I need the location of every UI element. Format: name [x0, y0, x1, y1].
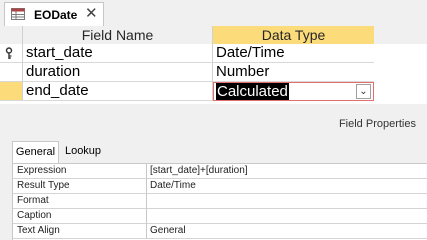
field-row-duration[interactable]: duration Number — [0, 63, 427, 82]
field-name-cell[interactable]: end_date — [23, 82, 213, 101]
row-selector-header[interactable] — [0, 26, 23, 44]
field-row-start-date[interactable]: start_date Date/Time — [0, 44, 427, 63]
field-name-cell[interactable]: start_date — [23, 44, 213, 63]
property-row-format[interactable]: Format — [13, 194, 427, 209]
property-tabs: General Lookup — [12, 141, 122, 163]
property-row-expression[interactable]: Expression [start_date]+[duration] — [13, 164, 427, 179]
data-type-cell[interactable]: Number — [213, 63, 374, 82]
field-row-end-date[interactable]: end_date Calculated ⌄ — [0, 82, 427, 101]
property-value[interactable]: [start_date]+[duration] — [147, 164, 427, 179]
primary-key-icon — [5, 47, 13, 59]
tab-general[interactable]: General — [12, 141, 59, 163]
table-design-icon — [11, 8, 25, 20]
row-selector-current[interactable] — [0, 82, 23, 101]
data-type-dropdown[interactable]: Calculated ⌄ — [213, 82, 374, 101]
chevron-down-icon[interactable]: ⌄ — [356, 84, 371, 99]
field-name-cell[interactable]: duration — [23, 63, 213, 82]
tab-lookup[interactable]: Lookup — [59, 141, 107, 163]
field-properties-pane: Field Properties General Lookup Expressi… — [0, 104, 427, 240]
row-selector[interactable] — [0, 44, 23, 63]
property-row-result-type[interactable]: Result Type Date/Time — [13, 179, 427, 194]
property-label: Caption — [13, 209, 147, 224]
property-row-text-align[interactable]: Text Align General — [13, 224, 427, 239]
property-label: Result Type — [13, 179, 147, 194]
property-row-caption[interactable]: Caption — [13, 209, 427, 224]
property-sheet: Expression [start_date]+[duration] Resul… — [12, 163, 427, 240]
data-type-selected-value: Calculated — [216, 83, 289, 100]
property-label: Expression — [13, 164, 147, 179]
data-type-cell[interactable]: Date/Time — [213, 44, 374, 63]
document-tab-strip: EODate ✕ — [0, 0, 427, 26]
field-properties-title: Field Properties — [338, 118, 416, 130]
table-design-grid: Field Name Data Type start_date Date/Tim… — [0, 26, 427, 104]
property-label: Text Align — [13, 224, 147, 239]
tab-title: EODate — [34, 8, 78, 22]
column-header-data-type[interactable]: Data Type — [213, 26, 374, 44]
property-label: Format — [13, 194, 147, 209]
property-value[interactable] — [147, 209, 427, 224]
column-header-description[interactable] — [374, 26, 427, 44]
row-selector[interactable] — [0, 63, 23, 82]
property-value[interactable]: General — [147, 224, 427, 239]
property-value[interactable] — [147, 194, 427, 209]
tab-eodate[interactable]: EODate ✕ — [4, 2, 104, 26]
close-icon[interactable]: ✕ — [85, 4, 98, 24]
column-header-field-name[interactable]: Field Name — [23, 26, 213, 44]
property-value[interactable]: Date/Time — [147, 179, 427, 194]
